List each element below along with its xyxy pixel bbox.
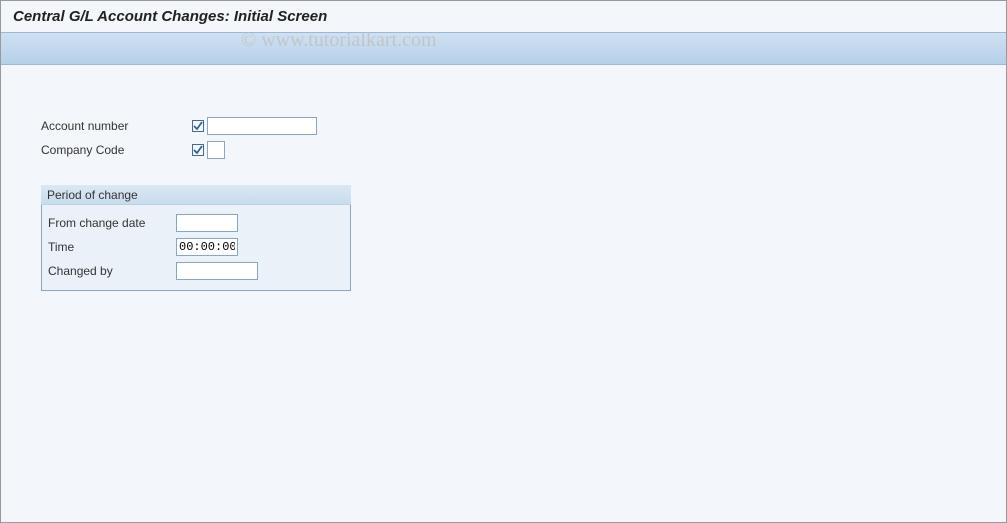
time-input[interactable] [176, 238, 238, 256]
company-code-label: Company Code [41, 143, 191, 157]
account-number-row: Account number [41, 115, 1006, 137]
changed-by-label: Changed by [48, 264, 176, 278]
selection-fields: Account number Company Code [41, 115, 1006, 161]
period-of-change-title: Period of change [41, 185, 351, 205]
application-toolbar [1, 33, 1006, 65]
from-change-date-input[interactable] [176, 214, 238, 232]
account-number-input[interactable] [207, 117, 317, 135]
changed-by-input[interactable] [176, 262, 258, 280]
period-of-change-content: From change date Time Changed by [48, 212, 344, 282]
required-check-icon [191, 143, 205, 157]
time-row: Time [48, 236, 344, 258]
page-title: Central G/L Account Changes: Initial Scr… [1, 1, 1006, 33]
content-area: Account number Company Code Period of ch… [1, 65, 1006, 291]
company-code-row: Company Code [41, 139, 1006, 161]
page-title-text: Central G/L Account Changes: Initial Scr… [13, 8, 327, 25]
from-change-date-label: From change date [48, 216, 176, 230]
time-label: Time [48, 240, 176, 254]
company-code-input[interactable] [207, 141, 225, 159]
period-of-change-group: Period of change From change date Time C… [41, 185, 351, 291]
changed-by-row: Changed by [48, 260, 344, 282]
required-check-icon [191, 119, 205, 133]
account-number-label: Account number [41, 119, 191, 133]
from-change-date-row: From change date [48, 212, 344, 234]
